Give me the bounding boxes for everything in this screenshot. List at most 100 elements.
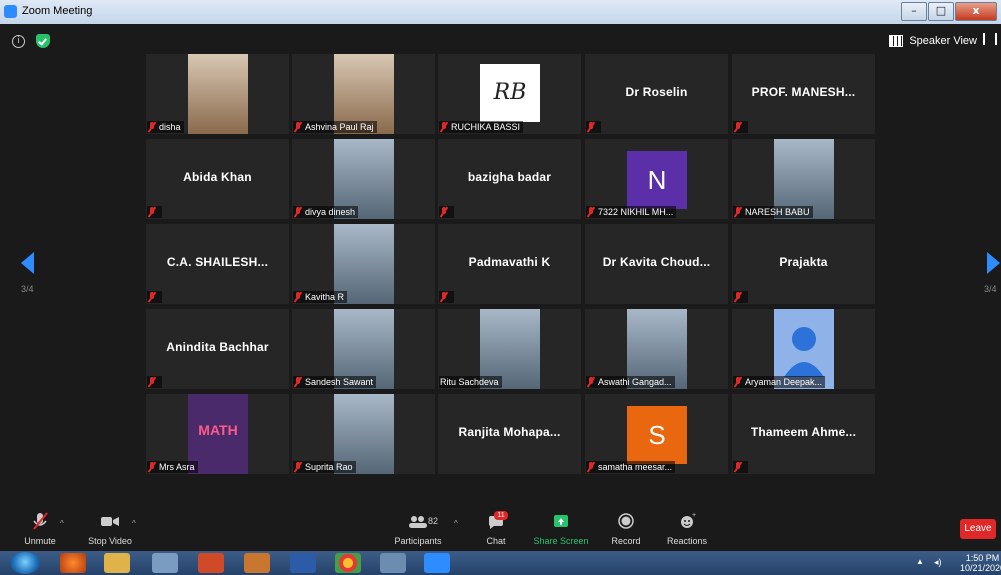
participant-profile-image: RB [480,64,540,122]
muted-mic-icon [148,462,156,472]
participant-tile[interactable]: NARESH BABU [732,139,875,219]
muted-mic-icon [294,292,302,302]
participant-tile[interactable]: Suprita Rao [292,394,435,474]
reactions-button[interactable]: + Reactions [664,511,710,551]
security-shield-icon[interactable] [36,34,50,48]
participant-name-text: Suprita Rao [305,462,353,472]
participant-name-label: Ritu Sachdeva [439,376,502,388]
close-button[interactable]: x [955,2,997,21]
participant-tile[interactable]: Thameem Ahme... [732,394,875,474]
gallery-grid: disha Ashvina Paul Raj RB RUCHIKA BASSI Dr R… [146,54,875,474]
muted-mic-icon [294,462,302,472]
share-screen-label: Share Screen [533,536,589,546]
snipping-tool-icon[interactable] [152,553,178,573]
participant-name-label: RUCHIKA BASSI [439,121,524,133]
zoom-app-icon [4,5,17,18]
fullscreen-icon[interactable] [983,33,997,45]
participant-tile[interactable]: Kavitha R [292,224,435,304]
participant-name-large: PROF. MANESH... [751,85,856,99]
zoom-taskbar-icon[interactable] [424,553,450,573]
muted-mic-icon [440,207,448,217]
file-explorer-icon[interactable] [104,553,130,573]
meeting-toolbar: Unmute ^ Stop Video ^ 82 Participants ^ … [0,511,1001,551]
participant-name-text: Aswathi Gangad... [598,377,672,387]
maximize-button[interactable]: □ [928,2,954,21]
next-page-arrow-icon[interactable] [987,252,1000,274]
record-button[interactable]: Record [608,511,644,551]
participant-tile[interactable]: C.A. SHAILESH... [146,224,289,304]
participant-tile[interactable]: Aswathi Gangad... [585,309,728,389]
stop-video-button[interactable]: Stop Video [82,511,138,551]
minimize-button[interactable]: – [901,2,927,21]
participant-name-large: Thameem Ahme... [750,425,857,439]
participant-name-text: Kavitha R [305,292,345,302]
participant-tile[interactable]: Ssamatha meesar... [585,394,728,474]
muted-mic-icon [294,207,302,217]
profile-logo-text: RB [493,80,527,105]
participant-name-label: Suprita Rao [293,461,356,473]
tray-expand-icon[interactable]: ▲ [916,557,924,566]
participant-name-large: Abida Khan [183,170,252,184]
participant-tile[interactable]: bazigha badar [438,139,581,219]
powerpoint-icon[interactable] [198,553,224,573]
participants-button[interactable]: 82 Participants [392,511,444,551]
participant-name-label: divya dinesh [293,206,359,218]
speaker-view-button[interactable]: Speaker View [889,33,977,49]
participant-tile[interactable]: Anindita Bachhar [146,309,289,389]
participant-name-label: Sandesh Sawant [293,376,377,388]
participants-options-chevron-icon[interactable]: ^ [454,519,458,528]
participant-tile[interactable]: RB RUCHIKA BASSI [438,54,581,134]
participant-tile[interactable]: Abida Khan [146,139,289,219]
volume-icon[interactable]: ◂) [934,557,942,568]
participants-label: Participants [394,536,442,546]
participant-tile[interactable]: PROF. MANESH... [732,54,875,134]
participant-name-label: Ashvina Paul Raj [293,121,377,133]
firefox-icon[interactable] [60,553,86,573]
start-button-icon[interactable] [10,552,40,574]
participant-tile[interactable]: Dr Roselin [585,54,728,134]
windows-taskbar: ▲ ◂) 1:50 PM 10/21/2020 [0,551,1001,575]
muted-mic-icon [148,377,156,387]
participant-tile[interactable]: divya dinesh [292,139,435,219]
participant-name-large: Padmavathi K [468,255,551,269]
muted-mic-icon [440,122,448,132]
clock-time: 1:50 PM [965,553,1000,563]
muted-mic-icon [587,207,595,217]
participant-tile[interactable]: Ranjita Mohapa... [438,394,581,474]
participant-tile[interactable]: Dr Kavita Choud... [585,224,728,304]
profile-image-text: MATH [198,422,238,438]
chat-label: Chat [486,536,506,546]
window-controls: – □ x [900,2,997,21]
participant-name-text: samatha meesar... [598,462,673,472]
audio-options-chevron-icon[interactable]: ^ [60,519,64,528]
page-indicator-right: 3/4 [984,284,997,294]
participant-tile[interactable]: N 7322 NIKHIL MH... [585,139,728,219]
unmute-button[interactable]: Unmute [20,511,60,551]
previous-page-arrow-icon[interactable] [21,252,34,274]
video-options-chevron-icon[interactable]: ^ [132,519,136,528]
participant-tile[interactable]: Sandesh Sawant [292,309,435,389]
media-player-icon[interactable] [380,553,406,573]
participant-name-label: Kavitha R [293,291,348,303]
leave-button[interactable]: Leave [960,519,996,539]
participant-tile[interactable]: disha [146,54,289,134]
chrome-icon[interactable] [335,553,361,573]
system-clock[interactable]: 1:50 PM 10/21/2020 [960,553,1001,573]
record-label: Record [611,536,641,546]
participant-tile[interactable]: Prajakta [732,224,875,304]
chat-button[interactable]: 11 Chat [480,511,512,551]
info-icon[interactable]: i [12,35,25,48]
participant-tile[interactable]: Ritu Sachdeva [438,309,581,389]
participant-video-feed [188,54,248,134]
word-icon[interactable] [290,553,316,573]
grid-icon [889,35,904,47]
participant-tile[interactable]: Aryaman Deepak... [732,309,875,389]
muted-mic-icon [734,377,742,387]
participant-tile[interactable]: Padmavathi K [438,224,581,304]
unmute-label: Unmute [24,536,56,546]
muted-mic-icon [734,122,742,132]
paint-icon[interactable] [244,553,270,573]
participant-tile[interactable]: Ashvina Paul Raj [292,54,435,134]
participant-tile[interactable]: MATH Mrs Asra [146,394,289,474]
share-screen-button[interactable]: Share Screen [532,511,590,551]
